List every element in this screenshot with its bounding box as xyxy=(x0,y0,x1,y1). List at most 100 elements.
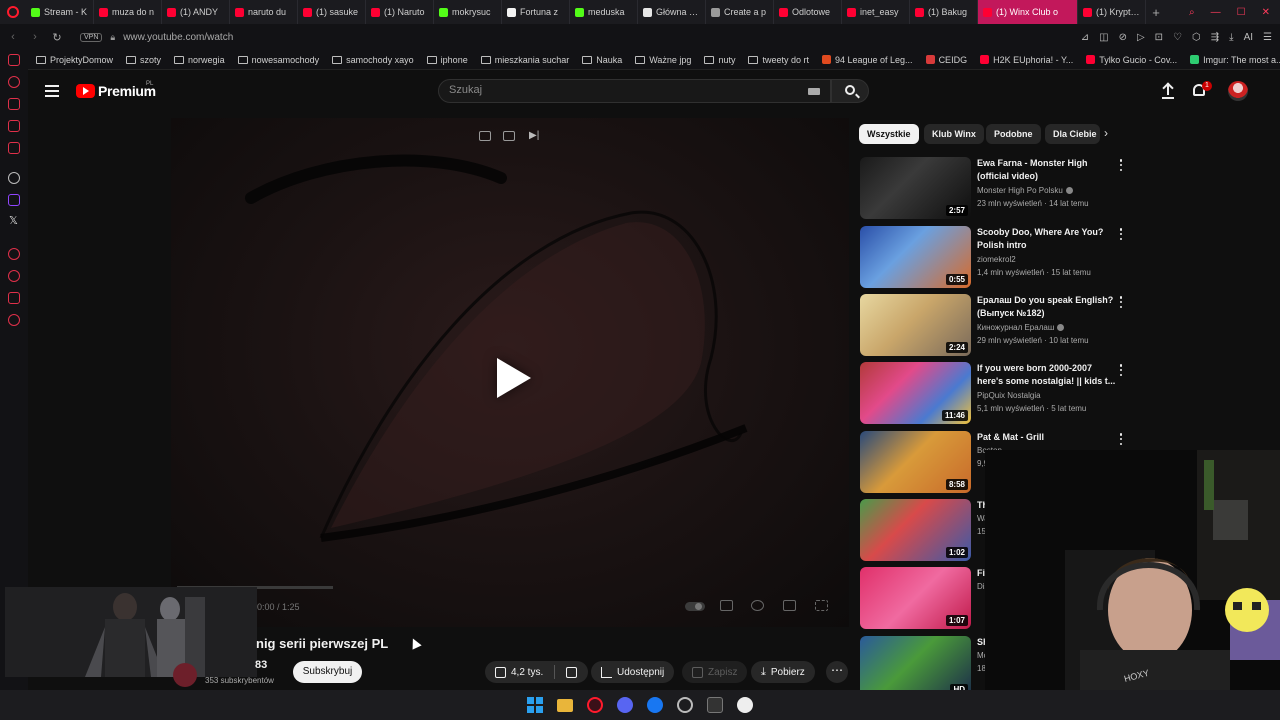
bookmark-item[interactable]: CEIDG xyxy=(925,55,967,65)
bookmark-item[interactable]: Nauka xyxy=(582,55,622,65)
browser-tab[interactable]: (1) sasuke xyxy=(298,0,366,24)
forward-icon[interactable]: › xyxy=(26,31,44,43)
downloads-icon[interactable]: ⤓ xyxy=(1229,32,1233,43)
recommendation-channel[interactable]: ziomekrol2 xyxy=(977,255,1117,264)
bookmark-item[interactable]: 94 League of Leg... xyxy=(821,55,913,65)
bookmark-item[interactable]: Ważne jpg xyxy=(635,55,691,65)
opera-taskbar-icon[interactable] xyxy=(587,697,603,713)
sidebar-wallet-icon[interactable] xyxy=(8,292,20,304)
video-thumbnail[interactable]: 1:02 xyxy=(860,499,971,561)
bookmark-icon[interactable]: ⊿ xyxy=(1081,32,1089,43)
subscribe-button[interactable]: Subskrybuj xyxy=(293,661,362,683)
video-player[interactable]: ▶︎| 0:00 / 1:25 xyxy=(171,118,849,627)
play-button[interactable] xyxy=(475,342,547,414)
sidebar-settings-icon[interactable] xyxy=(8,314,20,326)
browser-tab[interactable]: Fortuna z xyxy=(502,0,570,24)
more-options-icon[interactable] xyxy=(1118,364,1124,376)
browser-tab[interactable]: inet_easy xyxy=(842,0,910,24)
bookmark-item[interactable]: tweety do rt xyxy=(748,55,809,65)
recommendation-item[interactable]: 0:55 Scooby Doo, Where Are You? Polish in… xyxy=(860,226,1130,288)
browser-tab[interactable]: (1) ANDY xyxy=(162,0,230,24)
browser-tab[interactable]: mokrysuc xyxy=(434,0,502,24)
player-icon[interactable]: ▷ xyxy=(1137,32,1145,43)
minimize-icon[interactable]: — xyxy=(1211,7,1221,18)
bookmark-item[interactable]: Tylko Gucio - Cov... xyxy=(1086,55,1177,65)
bookmark-item[interactable]: ProjektyDomow xyxy=(36,55,113,65)
theater-mode-icon[interactable] xyxy=(783,600,796,611)
terminal-icon[interactable] xyxy=(707,697,723,713)
snapshot-icon[interactable]: ⊡ xyxy=(1155,32,1163,43)
maximize-icon[interactable]: ☐ xyxy=(1237,7,1246,18)
easy-setup-icon[interactable]: ☰ xyxy=(1263,32,1272,43)
facebook-icon[interactable] xyxy=(647,697,663,713)
search-input[interactable] xyxy=(449,84,789,96)
account-avatar[interactable] xyxy=(1228,81,1248,101)
fullscreen-icon[interactable] xyxy=(815,600,828,611)
recommendation-title[interactable]: Ералаш Do you speak English? (Выпуск №18… xyxy=(977,294,1117,320)
opera-menu-icon[interactable] xyxy=(0,0,26,24)
bookmark-item[interactable]: szoty xyxy=(126,55,161,65)
video-thumbnail[interactable]: 1:07 xyxy=(860,567,971,629)
sidebar-speed-dial-icon[interactable] xyxy=(8,54,20,66)
file-explorer-icon[interactable] xyxy=(557,698,573,712)
channel-name[interactable]: 83 xyxy=(255,659,267,671)
channel-avatar[interactable] xyxy=(173,663,197,687)
url-field[interactable]: www.youtube.com/watch xyxy=(123,32,233,43)
more-options-icon[interactable] xyxy=(1118,433,1124,445)
settings-gear-icon[interactable] xyxy=(751,600,764,611)
search-button[interactable] xyxy=(831,79,869,103)
sidebar-chatgpt-icon[interactable] xyxy=(8,172,20,184)
bookmark-item[interactable]: samochody xayo xyxy=(332,55,414,65)
flow-icon[interactable]: ⇶ xyxy=(1211,32,1219,43)
video-thumbnail[interactable]: 2:57 xyxy=(860,157,971,219)
discord-icon[interactable] xyxy=(617,697,633,713)
back-icon[interactable]: ‹ xyxy=(4,31,22,43)
obs-icon[interactable] xyxy=(737,697,753,713)
video-thumbnail[interactable]: 2:24 xyxy=(860,294,971,356)
more-options-icon[interactable] xyxy=(1118,159,1124,171)
lock-icon[interactable]: 🔒︎ xyxy=(110,32,115,43)
browser-tab[interactable]: muza do n xyxy=(94,0,162,24)
more-options-icon[interactable] xyxy=(1118,228,1124,240)
search-tabs-icon[interactable]: ⌕ xyxy=(1189,7,1195,18)
extensions-icon[interactable]: ⬡ xyxy=(1192,32,1201,43)
keyboard-icon[interactable] xyxy=(808,88,820,95)
steam-icon[interactable] xyxy=(677,697,693,713)
recommendation-channel[interactable]: Киножурнал Ералаш xyxy=(977,323,1117,332)
new-tab-button[interactable]: + xyxy=(1146,5,1166,20)
start-icon[interactable] xyxy=(527,697,543,713)
reload-icon[interactable]: ↻ xyxy=(48,31,66,44)
chip-filter[interactable]: Dla Ciebie xyxy=(1045,124,1100,144)
video-thumbnail[interactable]: 11:46 xyxy=(860,362,971,424)
recommendation-item[interactable]: 2:57 Ewa Farna - Monster High (official v… xyxy=(860,157,1130,219)
heart-icon[interactable]: ♡ xyxy=(1173,32,1182,43)
bookmark-item[interactable]: H2K EUphoria! - Y... xyxy=(980,55,1073,65)
video-thumbnail[interactable]: 8:58 xyxy=(860,431,971,493)
bookmark-item[interactable]: mieszkania suchar xyxy=(480,55,569,65)
sidebar-twitch-icon[interactable] xyxy=(8,194,20,206)
recommendation-title[interactable]: If you were born 2000-2007 here's some n… xyxy=(977,362,1117,388)
create-upload-icon[interactable] xyxy=(1162,82,1174,99)
recommendation-item[interactable]: 11:46 If you were born 2000-2007 here's s… xyxy=(860,362,1130,424)
sidebar-gmail-icon[interactable] xyxy=(8,142,20,154)
sidebar-history-icon[interactable] xyxy=(8,76,20,88)
browser-tab[interactable]: Stream - K xyxy=(26,0,94,24)
browser-tab[interactable]: (1) Naruto xyxy=(366,0,434,24)
sidebar-messenger-icon[interactable] xyxy=(8,120,20,132)
miniplayer-icon[interactable] xyxy=(479,131,491,141)
thumbs-down-icon[interactable] xyxy=(566,666,578,678)
browser-tab[interactable]: Główna / X xyxy=(638,0,706,24)
recommendation-title[interactable]: Pat & Mat - Grill xyxy=(977,431,1117,444)
download-button[interactable]: ⤓ Pobierz xyxy=(751,661,815,683)
cast-exit-icon[interactable] xyxy=(503,131,515,141)
autoplay-toggle[interactable] xyxy=(685,602,705,611)
bookmark-item[interactable]: nuty xyxy=(704,55,735,65)
more-options-icon[interactable] xyxy=(1118,296,1124,308)
sidebar-music-icon[interactable] xyxy=(8,248,20,260)
browser-tab[interactable]: Create a p xyxy=(706,0,774,24)
browser-tab[interactable]: Odlotowe xyxy=(774,0,842,24)
browser-tab[interactable]: (1) Bakug xyxy=(910,0,978,24)
like-count[interactable]: 4,2 tys. xyxy=(511,667,543,678)
browser-tab[interactable]: (1) Krypton xyxy=(1078,0,1146,24)
close-window-icon[interactable]: ✕ xyxy=(1262,7,1270,18)
